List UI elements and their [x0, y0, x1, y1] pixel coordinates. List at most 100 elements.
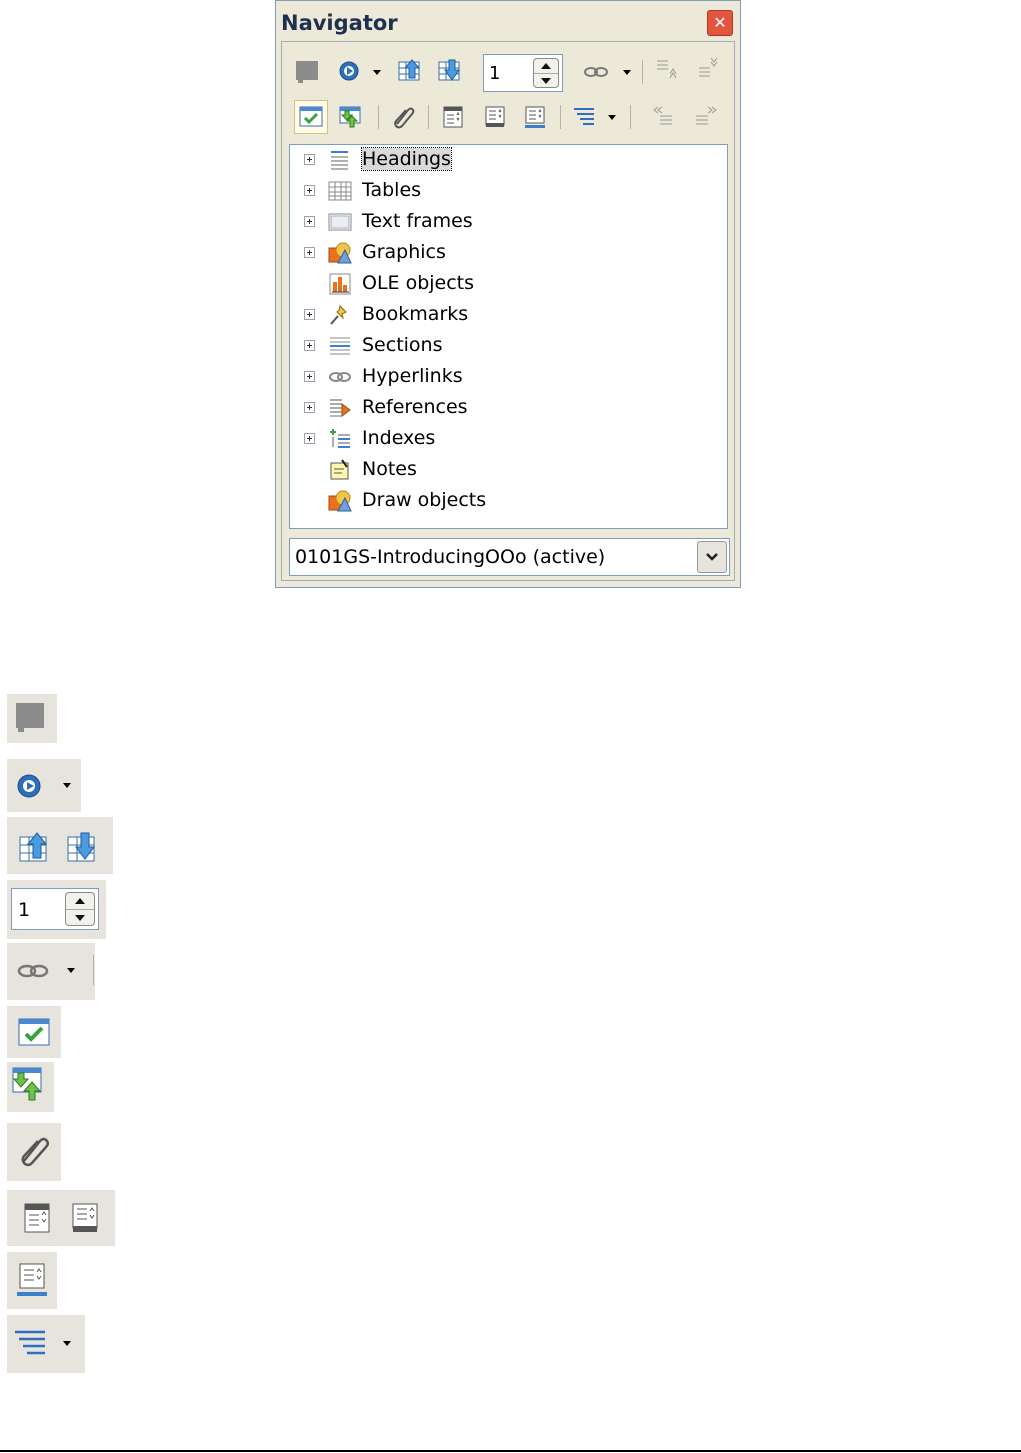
text-frames-icon [328, 213, 352, 231]
bookmarks-icon [330, 305, 347, 325]
tree-item-headings[interactable]: Headings [290, 145, 727, 175]
dropdown-arrow-icon [63, 1341, 71, 1346]
drag-mode-icon[interactable] [583, 59, 609, 85]
spin-down-icon[interactable] [534, 73, 558, 88]
legend-list-box [7, 1006, 61, 1058]
tree-item-draw-objects[interactable]: Draw objects [290, 486, 727, 516]
expand-icon[interactable] [304, 216, 315, 227]
page-number-value[interactable]: 1 [489, 63, 500, 84]
drag-mode-dropdown-icon[interactable] [623, 70, 631, 75]
expand-icon[interactable] [304, 154, 315, 165]
toggle-icon[interactable] [294, 58, 320, 84]
close-icon[interactable]: ✕ [707, 10, 733, 36]
document-select[interactable]: 0101GS-IntroducingOOo (active) [289, 538, 730, 576]
tree-item-label: Draw objects [362, 489, 487, 511]
tree-item-label: Headings [361, 147, 452, 171]
navigator-toolbox: 1 Headings Tables Text frames Graphics O… [281, 41, 735, 581]
draw-objects-icon [328, 490, 352, 512]
demote-chapter-icon[interactable] [692, 104, 718, 130]
promote-level-icon[interactable] [654, 56, 680, 82]
tree-item-label: Bookmarks [362, 303, 469, 325]
toolbar-separator [378, 105, 379, 129]
drag-mode-icon [17, 964, 49, 978]
tree-item-notes[interactable]: Notes [290, 455, 727, 485]
heading-levels-dropdown-icon[interactable] [608, 115, 616, 120]
toolbar-separator [560, 105, 561, 129]
list-box-on-off-icon [18, 1018, 50, 1046]
previous-icon[interactable] [397, 58, 423, 84]
navigator-window: Navigator ✕ 1 Headings Tables Text frame… [275, 0, 741, 588]
tree-item-label: Hyperlinks [362, 365, 463, 387]
page-number-spinner[interactable]: 1 [483, 54, 563, 92]
footer-icon[interactable] [482, 104, 508, 130]
title-bar[interactable]: Navigator ✕ [276, 1, 740, 41]
tree-item-bookmarks[interactable]: Bookmarks [290, 300, 727, 330]
tree-item-sections[interactable]: Sections [290, 331, 727, 361]
expand-icon[interactable] [304, 433, 315, 444]
heading-levels-icon[interactable] [572, 104, 598, 130]
anchor-to-text-icon[interactable] [522, 104, 548, 130]
legend-separator [93, 955, 94, 985]
next-icon [67, 832, 95, 862]
tree-item-label: Graphics [362, 241, 446, 263]
dropdown-arrow-icon [63, 783, 71, 788]
tree-item-graphics[interactable]: Graphics [290, 238, 727, 268]
tree-item-label: References [362, 396, 468, 418]
graphics-icon [328, 242, 352, 264]
toolbar-separator [428, 105, 429, 129]
tree-item-indexes[interactable]: Indexes [290, 424, 727, 454]
indexes-icon [330, 429, 350, 448]
anchor-to-text-icon [17, 1263, 47, 1296]
content-view-icon [12, 1067, 42, 1101]
legend-header-footer [7, 1190, 115, 1246]
legend-page-number: 1 [18, 899, 31, 921]
legend-content-view [7, 1062, 54, 1112]
demote-level-icon[interactable] [694, 56, 720, 82]
notes-icon [330, 459, 349, 480]
tree-item-references[interactable]: References [290, 393, 727, 423]
content-view-icon[interactable] [337, 104, 363, 130]
footer-rule [0, 1450, 1021, 1452]
tree-item-label: Tables [362, 179, 422, 201]
window-title: Navigator [281, 11, 398, 35]
expand-icon[interactable] [304, 340, 315, 351]
legend-spin-box: 1 [11, 888, 99, 930]
heading-levels-icon [15, 1330, 45, 1355]
headings-icon [331, 151, 348, 170]
set-reminder-icon[interactable] [390, 104, 416, 130]
tree-item-text-frames[interactable]: Text frames [290, 207, 727, 237]
spin-up-icon[interactable] [534, 59, 558, 73]
footer-icon [72, 1203, 98, 1232]
tree-item-ole-objects[interactable]: OLE objects [290, 269, 727, 299]
header-icon [24, 1203, 50, 1233]
tree-item-label: Notes [362, 458, 417, 480]
list-box-on-off-icon[interactable] [294, 100, 328, 134]
references-icon [330, 399, 351, 417]
spin-buttons[interactable] [533, 58, 559, 88]
tree-item-label: Text frames [362, 210, 473, 232]
expand-icon[interactable] [304, 185, 315, 196]
next-icon[interactable] [437, 58, 463, 84]
promote-chapter-icon[interactable] [652, 104, 678, 130]
navigation-dropdown-icon[interactable] [373, 70, 381, 75]
tree-item-tables[interactable]: Tables [290, 176, 727, 206]
legend-anchor-to-text [7, 1252, 57, 1309]
expand-icon[interactable] [304, 309, 315, 320]
tree-item-label: OLE objects [362, 272, 475, 294]
navigation-icon[interactable] [337, 59, 363, 85]
previous-icon [19, 832, 48, 862]
ole-objects-icon [329, 273, 351, 295]
tree-item-label: Sections [362, 334, 443, 356]
content-tree[interactable]: Headings Tables Text frames Graphics OLE… [289, 144, 728, 529]
expand-icon[interactable] [304, 371, 315, 382]
chevron-down-icon[interactable] [697, 541, 727, 573]
set-reminder-icon [21, 1137, 50, 1167]
hyperlinks-icon [329, 372, 351, 382]
header-icon[interactable] [440, 104, 466, 130]
legend-drag-mode [7, 943, 95, 1000]
legend-set-reminder [7, 1123, 61, 1181]
expand-icon[interactable] [304, 402, 315, 413]
tree-item-hyperlinks[interactable]: Hyperlinks [290, 362, 727, 392]
navigation-icon [17, 774, 41, 798]
expand-icon[interactable] [304, 247, 315, 258]
